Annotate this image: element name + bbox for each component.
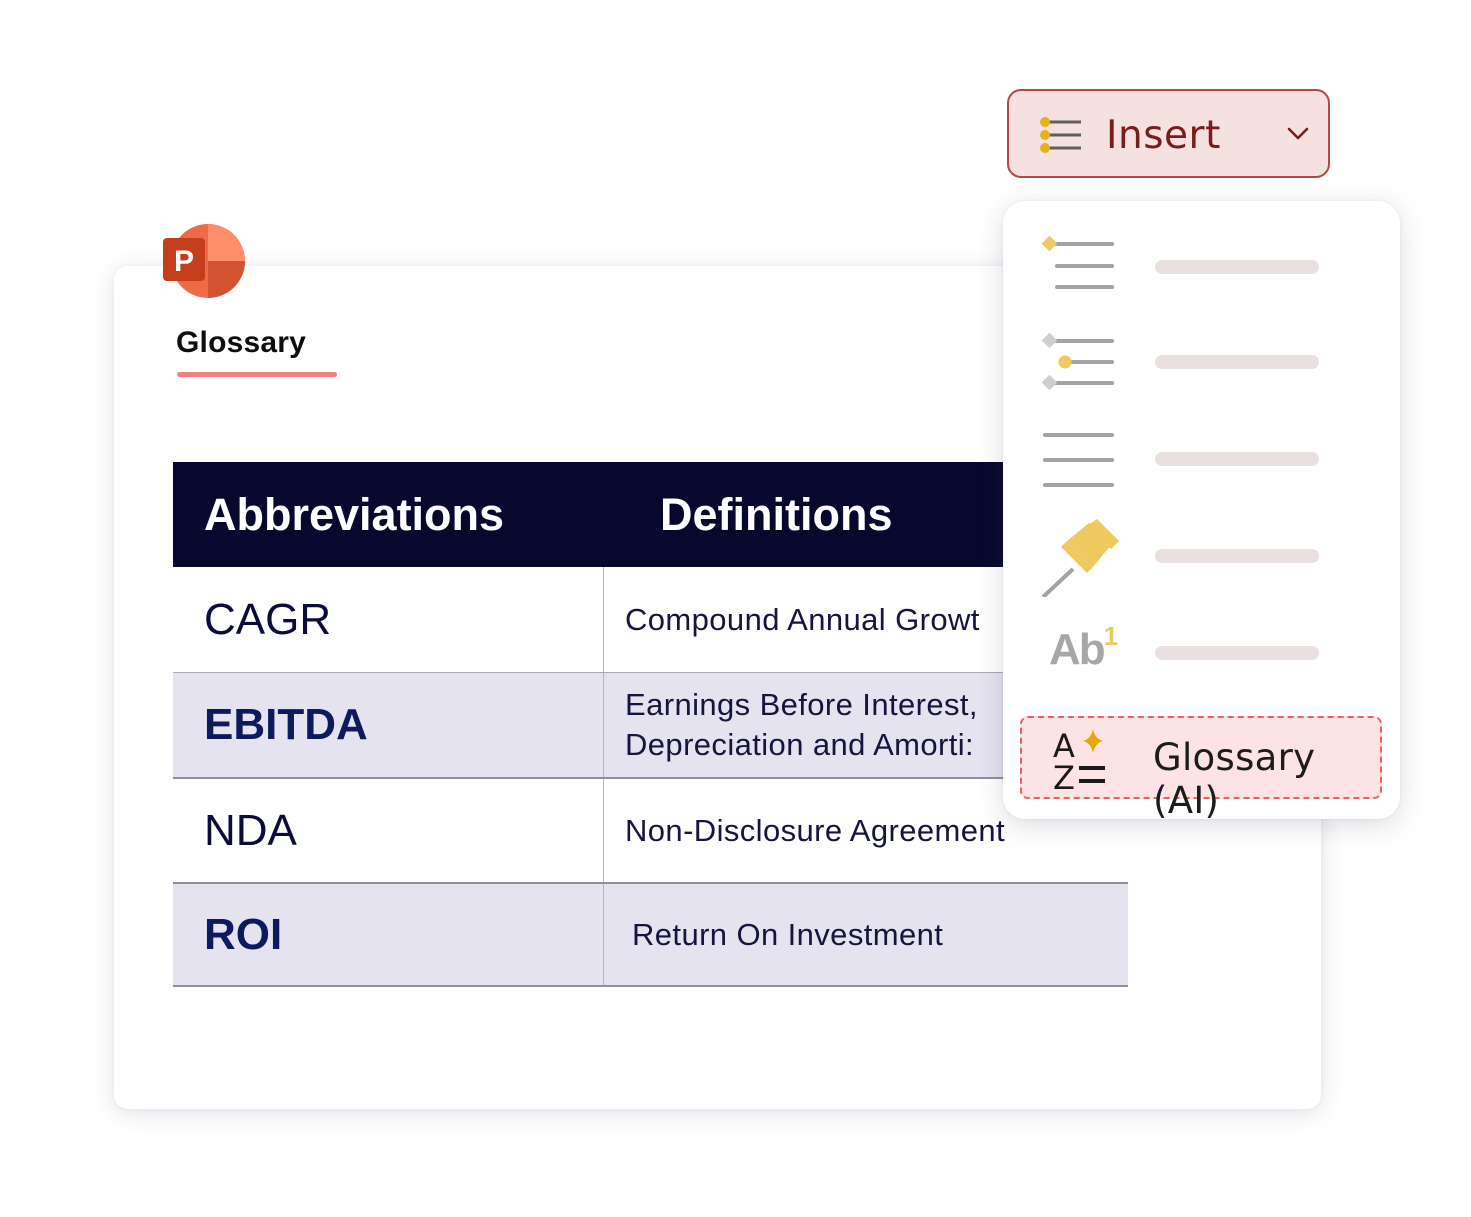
pushpin-icon: [1041, 519, 1119, 597]
definition-cell[interactable]: Compound Annual Growt: [604, 567, 980, 672]
table-row[interactable]: CAGR Compound Annual Growt: [173, 567, 1128, 673]
menu-item-footnote[interactable]: Ab1: [1003, 611, 1400, 701]
menu-item-pin[interactable]: [1003, 513, 1400, 603]
menu-item-glossary-ai[interactable]: A Z Glossary (AI): [1020, 716, 1382, 822]
menu-item-multilevel-list[interactable]: [1003, 319, 1400, 409]
footnote-icon-text: Ab: [1049, 625, 1106, 674]
definition-cell[interactable]: Return On Investment: [604, 884, 943, 985]
ppt-letter: P: [174, 245, 194, 278]
menu-item-label-placeholder: [1155, 549, 1319, 563]
menu-item-label-placeholder: [1155, 452, 1319, 466]
glossary-table: Abbreviations Definitions CAGR Compound …: [173, 462, 1128, 987]
chevron-down-icon: [1287, 127, 1309, 140]
az-icon-letter-z: Z: [1053, 759, 1075, 791]
definition-cell[interactable]: Earnings Before Interest, Depreciation a…: [604, 673, 978, 777]
multilevel-list-icon: [1041, 332, 1114, 391]
bulleted-list-icon: [1040, 117, 1081, 153]
plain-lines-icon: [1043, 433, 1114, 487]
menu-item-paragraph[interactable]: [1003, 416, 1400, 506]
insert-dropdown-button[interactable]: Insert: [1007, 89, 1330, 178]
definition-line: Earnings Before Interest,: [625, 687, 978, 722]
abbreviation-cell[interactable]: EBITDA: [173, 673, 604, 777]
footnote-icon-superscript: 1: [1103, 621, 1119, 651]
definition-cell[interactable]: Non-Disclosure Agreement: [604, 779, 1005, 882]
slide-title: Glossary: [176, 326, 307, 359]
menu-item-label-placeholder: [1155, 355, 1319, 369]
menu-item-bulleted-list[interactable]: [1003, 223, 1400, 313]
insert-menu: Ab1 A Z Glossary (AI): [1003, 201, 1400, 822]
insert-label: Insert: [1106, 113, 1221, 158]
table-row[interactable]: EBITDA Earnings Before Interest, Depreci…: [173, 673, 1128, 779]
menu-item-label-placeholder: [1155, 646, 1319, 660]
powerpoint-logo-icon: P: [163, 224, 245, 298]
abbreviation-cell[interactable]: ROI: [173, 884, 604, 985]
glossary-ai-label: Glossary (AI): [1153, 736, 1316, 822]
abbreviation-cell[interactable]: NDA: [173, 779, 604, 882]
column-header-abbreviations: Abbreviations: [204, 488, 505, 540]
table-row[interactable]: NDA Non-Disclosure Agreement: [173, 779, 1128, 884]
table-row[interactable]: ROI Return On Investment: [173, 884, 1128, 987]
menu-item-label-placeholder: [1155, 260, 1319, 274]
bulleted-list-icon: [1041, 235, 1114, 289]
sort-az-sparkle-icon: A Z: [1053, 727, 1105, 791]
column-header-definitions: Definitions: [660, 488, 893, 540]
title-underline: [177, 372, 337, 377]
table-header: Abbreviations Definitions: [173, 462, 1128, 567]
definition-line: Depreciation and Amorti:: [625, 727, 975, 762]
footnote-icon: Ab1: [1049, 621, 1129, 685]
abbreviation-cell[interactable]: CAGR: [173, 567, 604, 672]
